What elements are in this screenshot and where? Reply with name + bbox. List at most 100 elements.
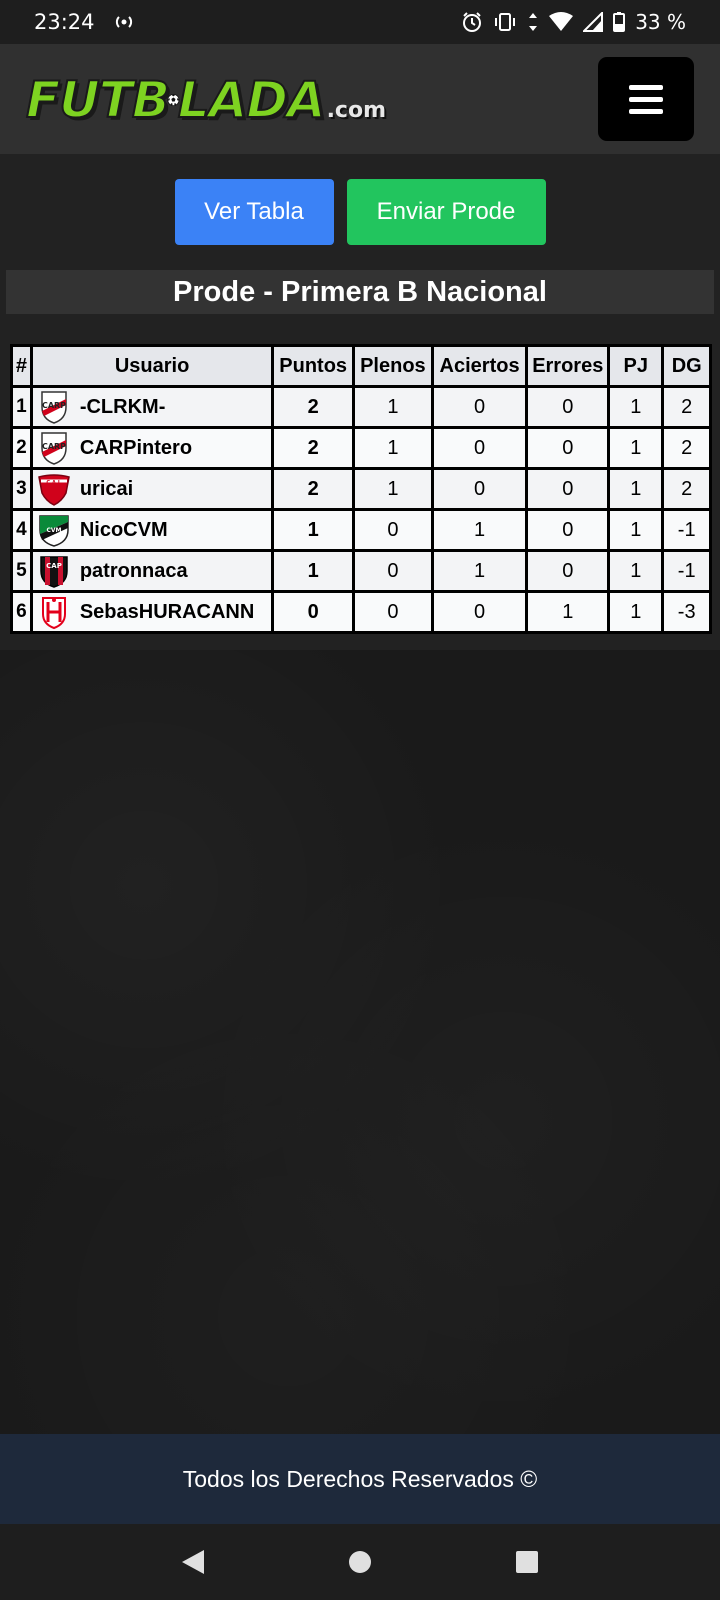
huracan-crest-icon [41, 597, 66, 630]
table-row: 6 SebasHURACANN 0 0 0 1 1 -3 [10, 590, 712, 634]
cell-puntos: 0 [271, 590, 356, 634]
menu-icon-line [629, 96, 663, 102]
header-usuario[interactable]: Usuario [29, 344, 275, 388]
cell-aciertos: 0 [430, 467, 529, 511]
status-time: 23:24 [34, 10, 95, 34]
username: SebasHURACANN [79, 600, 255, 623]
recents-square-icon [515, 1551, 538, 1573]
independiente-crest-icon: C.A.I. [37, 474, 70, 506]
alarm-icon [461, 11, 483, 33]
header-plenos[interactable]: Plenos [352, 344, 434, 388]
username: uricai [79, 477, 134, 500]
home-circle-icon [348, 1551, 371, 1573]
cell-errores: 0 [525, 426, 611, 470]
cell-puntos: 1 [271, 549, 356, 593]
cell-user[interactable]: CAP patronnaca [29, 549, 275, 593]
wifi-icon [549, 12, 574, 32]
home-button[interactable] [340, 1542, 380, 1582]
river-plate-crest-icon: CARP [41, 432, 67, 465]
cell-user[interactable]: CARP CARPintero [29, 426, 275, 470]
svg-text:CARP: CARP [42, 401, 66, 410]
cell-aciertos: 0 [430, 590, 529, 634]
cell-dg: 2 [661, 385, 712, 429]
cell-plenos: 0 [352, 590, 434, 634]
cell-rank: 4 [10, 508, 33, 552]
cell-dg: -1 [661, 549, 712, 593]
footer-copyright: Todos los Derechos Reservados © [182, 1465, 538, 1492]
enviar-prode-button[interactable]: Enviar Prode [346, 179, 546, 245]
cell-puntos: 2 [271, 467, 356, 511]
cell-pj: 1 [607, 590, 665, 634]
logo-text-end: LADA [177, 70, 327, 130]
river-plate-crest-icon: CARP [41, 391, 67, 424]
cell-aciertos: 1 [430, 549, 529, 593]
cell-errores: 0 [525, 549, 611, 593]
cell-rank: 6 [10, 590, 33, 634]
cell-plenos: 0 [352, 508, 434, 552]
cell-rank: 5 [10, 549, 33, 593]
cell-user[interactable]: CVM NicoCVM [29, 508, 275, 552]
table-row: 2 CARP CARPintero 2 1 0 0 1 2 [10, 426, 712, 470]
header-puntos[interactable]: Puntos [271, 344, 356, 388]
cell-puntos: 2 [271, 426, 356, 470]
ranking-table: # Usuario Puntos Plenos Aciertos Errores… [10, 344, 712, 634]
cell-pj: 1 [607, 426, 665, 470]
cell-errores: 0 [525, 508, 611, 552]
header-aciertos[interactable]: Aciertos [430, 344, 529, 388]
table-row: 1 CARP -CLRKM- 2 1 0 0 1 2 [10, 385, 712, 429]
cell-pj: 1 [607, 549, 665, 593]
system-nav-bar [0, 1524, 720, 1600]
cell-dg: 2 [661, 426, 712, 470]
cell-dg: 2 [661, 467, 712, 511]
cell-pj: 1 [607, 467, 665, 511]
cell-dg: -1 [661, 508, 712, 552]
vibrate-icon [493, 12, 517, 32]
cell-user[interactable]: CARP -CLRKM- [29, 385, 275, 429]
cell-errores: 0 [525, 385, 611, 429]
table-row: 4 CVM NicoCVM 1 0 1 0 1 -1 [10, 508, 712, 552]
header-rank[interactable]: # [10, 344, 33, 388]
cell-plenos: 1 [352, 385, 434, 429]
battery-icon [613, 12, 626, 32]
table-row: 3 C.A.I. uricai 2 1 0 0 1 2 [10, 467, 712, 511]
svg-text:C.A.I.: C.A.I. [46, 480, 61, 486]
username: NicoCVM [79, 518, 168, 541]
ver-tabla-button[interactable]: Ver Tabla [174, 179, 334, 245]
hotspot-icon [113, 13, 135, 31]
cell-rank: 2 [10, 426, 33, 470]
recents-button[interactable] [507, 1542, 547, 1582]
data-arrows-icon [527, 12, 539, 32]
cell-aciertos: 0 [430, 426, 529, 470]
patronato-crest-icon: CAP [40, 556, 68, 588]
table-header-row: # Usuario Puntos Plenos Aciertos Errores… [10, 344, 712, 388]
cell-puntos: 2 [271, 385, 356, 429]
cell-plenos: 0 [352, 549, 434, 593]
battery-percent: 33 % [635, 10, 686, 34]
header-errores[interactable]: Errores [525, 344, 611, 388]
cell-user[interactable]: C.A.I. uricai [29, 467, 275, 511]
logo-text-start: FUTB [25, 70, 171, 130]
logo-suffix: .com [326, 97, 386, 123]
menu-icon-line [629, 108, 663, 114]
main-content: Ver Tabla Enviar Prode Prode - Primera B… [0, 154, 720, 650]
cvm-crest-icon: CVM [39, 515, 69, 547]
header-pj[interactable]: PJ [607, 344, 665, 388]
cell-pj: 1 [607, 508, 665, 552]
cell-plenos: 1 [352, 426, 434, 470]
username: -CLRKM- [79, 395, 166, 418]
cell-dg: -3 [661, 590, 712, 634]
back-button[interactable] [173, 1542, 213, 1582]
signal-icon [583, 12, 604, 32]
action-buttons: Ver Tabla Enviar Prode [0, 179, 720, 245]
table-row: 5 CAP patronnaca 1 0 1 0 1 -1 [10, 549, 712, 593]
status-bar: 23:24 33 % [0, 0, 720, 44]
status-icons: 33 % [461, 10, 686, 34]
cell-errores: 1 [525, 590, 611, 634]
futbolada-logo[interactable]: FUTB LADA .com [25, 66, 386, 134]
page-background [0, 650, 720, 1434]
cell-user[interactable]: SebasHURACANN [29, 590, 275, 634]
hamburger-menu-button[interactable] [598, 57, 694, 141]
cell-errores: 0 [525, 467, 611, 511]
cell-aciertos: 0 [430, 385, 529, 429]
header-dg[interactable]: DG [661, 344, 712, 388]
